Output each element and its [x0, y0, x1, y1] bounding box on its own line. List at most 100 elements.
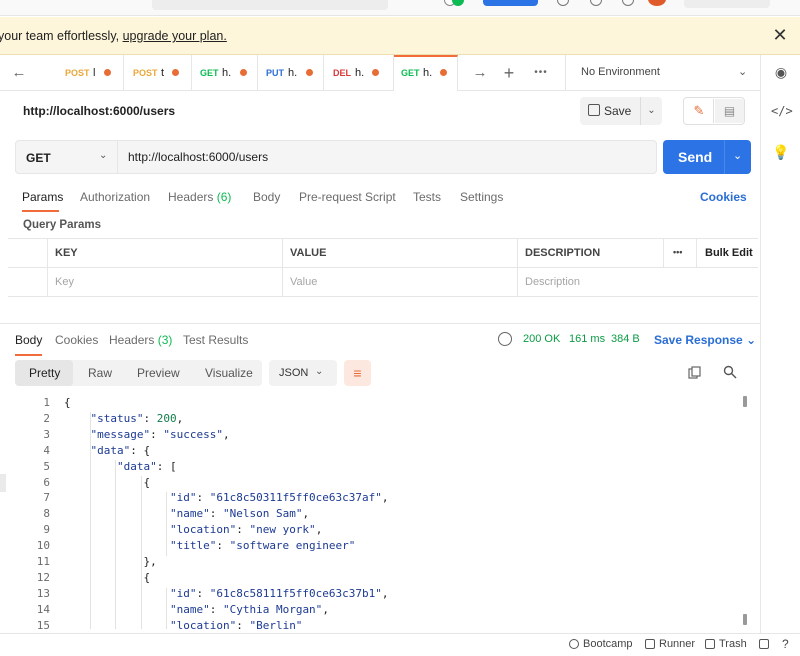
save-button[interactable]: Save	[580, 97, 638, 125]
avatar[interactable]	[648, 0, 666, 6]
code-line: },	[64, 555, 157, 568]
scrollbar-thumb[interactable]	[743, 396, 747, 407]
forward-arrow-icon[interactable]: →	[471, 64, 489, 82]
notifications-icon[interactable]	[590, 0, 602, 6]
method-selector[interactable]: GET ⌄	[16, 141, 118, 173]
code-line: "location": "Berlin"	[169, 618, 303, 629]
search-bar[interactable]	[152, 0, 388, 10]
tab-put[interactable]: PUT h.	[258, 55, 324, 91]
code-line: "id": "61c8c58111f5ff0ce63c37b1",	[169, 586, 389, 600]
row-checkbox	[8, 268, 47, 297]
unsaved-dot-icon	[104, 69, 111, 76]
settings-icon[interactable]	[557, 0, 569, 6]
more-options-icon[interactable]: •••	[663, 239, 696, 268]
send-button[interactable]: Send ⌄	[663, 140, 751, 174]
close-icon[interactable]: ✕	[772, 26, 788, 44]
view-tab-preview[interactable]: Preview	[125, 360, 190, 386]
tab-prerequest-script[interactable]: Pre-request Script	[299, 190, 396, 204]
line-number: 12	[36, 570, 50, 584]
response-tab-test-results[interactable]: Test Results	[183, 333, 248, 347]
active-tab-underline	[22, 210, 59, 212]
description-input[interactable]: Description	[517, 268, 758, 297]
response-time[interactable]: 161 ms	[569, 333, 605, 345]
wrap-lines-icon[interactable]: ≡	[344, 360, 371, 386]
more-tabs-icon[interactable]: •••	[532, 64, 550, 82]
chevron-down-icon: ⌄	[99, 150, 108, 161]
line-number: 6	[43, 475, 50, 489]
view-tab-label: Pretty	[29, 366, 61, 380]
runner-button[interactable]: Runner	[659, 638, 695, 650]
format-label: JSON	[279, 367, 309, 379]
tab-del[interactable]: DEL h.	[324, 55, 394, 91]
value-input[interactable]: Value	[282, 268, 517, 297]
cookies-link[interactable]: Cookies	[700, 190, 747, 204]
gutter-marker	[0, 474, 6, 492]
code-icon[interactable]: </>	[771, 101, 793, 121]
key-input[interactable]: Key	[47, 268, 282, 297]
new-tab-plus-icon[interactable]: +	[500, 64, 518, 82]
response-tab-cookies[interactable]: Cookies	[55, 333, 98, 347]
column-value: VALUE	[282, 239, 517, 268]
unsaved-dot-icon	[440, 69, 447, 76]
invite-button[interactable]	[483, 0, 538, 6]
lightbulb-icon[interactable]: 💡	[771, 142, 791, 162]
code-line: "id": "61c8c50311f5ff0ce63c37af",	[169, 491, 389, 505]
column-description-label: DESCRIPTION	[525, 247, 601, 259]
description-placeholder: Description	[525, 276, 581, 288]
upgrade-button[interactable]	[684, 0, 770, 8]
bell-icon[interactable]	[622, 0, 634, 6]
help-icon[interactable]: ?	[782, 637, 789, 651]
bulk-edit-button[interactable]: Bulk Edit	[696, 239, 758, 268]
pencil-icon[interactable]: ✎	[685, 99, 714, 123]
search-icon[interactable]	[723, 365, 737, 379]
tab-get-active[interactable]: GET h.	[394, 55, 458, 91]
view-tab-raw[interactable]: Raw	[73, 360, 125, 386]
tab-headers[interactable]: Headers (6)	[168, 190, 231, 204]
tab-params[interactable]: Params	[22, 190, 63, 204]
save-options-chevron-icon[interactable]: ⌄	[640, 97, 662, 125]
trash-button[interactable]: Trash	[719, 638, 747, 650]
send-label: Send	[678, 149, 713, 165]
unsaved-dot-icon	[372, 69, 379, 76]
format-selector[interactable]: JSON ⌄	[269, 360, 337, 386]
copy-icon[interactable]	[688, 366, 702, 380]
tab-post-2[interactable]: POST t	[124, 55, 192, 91]
key-placeholder: Key	[55, 276, 74, 288]
save-response-button[interactable]: Save Response ⌄	[654, 333, 756, 347]
two-pane-icon[interactable]	[759, 639, 769, 649]
back-arrow-icon[interactable]: ←	[10, 64, 28, 82]
url-input[interactable]: http://localhost:6000/users	[128, 150, 268, 164]
tab-name: h.	[222, 67, 232, 79]
tab-authorization[interactable]: Authorization	[80, 190, 150, 204]
view-tab-visualize[interactable]: Visualize	[190, 360, 262, 386]
bootcamp-button[interactable]: Bootcamp	[583, 638, 633, 650]
line-number: 5	[43, 459, 50, 473]
tab-body[interactable]: Body	[253, 190, 280, 204]
column-key: KEY	[47, 239, 282, 268]
response-size[interactable]: 384 B	[611, 333, 640, 345]
response-tab-body[interactable]: Body	[15, 333, 42, 347]
comment-icon[interactable]: ▤	[715, 99, 744, 123]
tab-settings[interactable]: Settings	[460, 190, 503, 204]
view-tab-pretty[interactable]: Pretty	[15, 360, 73, 386]
environment-selector[interactable]: No Environment ⌄	[565, 55, 760, 91]
status-code[interactable]: 200 OK	[523, 333, 560, 345]
scrollbar-thumb[interactable]	[743, 614, 747, 625]
tab-name: h.	[288, 67, 298, 79]
method-label: GET	[26, 151, 51, 165]
chevron-down-icon[interactable]: ⌄	[733, 149, 742, 162]
headers-count: (6)	[216, 190, 232, 204]
upgrade-banner: your team effortlessly, upgrade your pla…	[0, 17, 800, 55]
tab-get-1[interactable]: GET h.	[192, 55, 258, 91]
globe-icon[interactable]	[498, 332, 512, 346]
column-description: DESCRIPTION	[517, 239, 663, 268]
code-line: "name": "Nelson Sam",	[169, 507, 310, 521]
request-title: http://localhost:6000/users	[23, 104, 176, 118]
tab-post-1[interactable]: POST l	[56, 55, 124, 91]
code-line: "location": "new york",	[169, 523, 323, 537]
response-tab-headers[interactable]: Headers (3)	[109, 333, 172, 347]
upgrade-plan-link[interactable]: upgrade your plan.	[123, 29, 227, 43]
tab-tests[interactable]: Tests	[413, 190, 441, 204]
eye-icon[interactable]: ◉	[771, 62, 791, 82]
response-body-editor[interactable]: 1 {2 "status": 200, 3 "message": "success"…	[0, 396, 740, 629]
